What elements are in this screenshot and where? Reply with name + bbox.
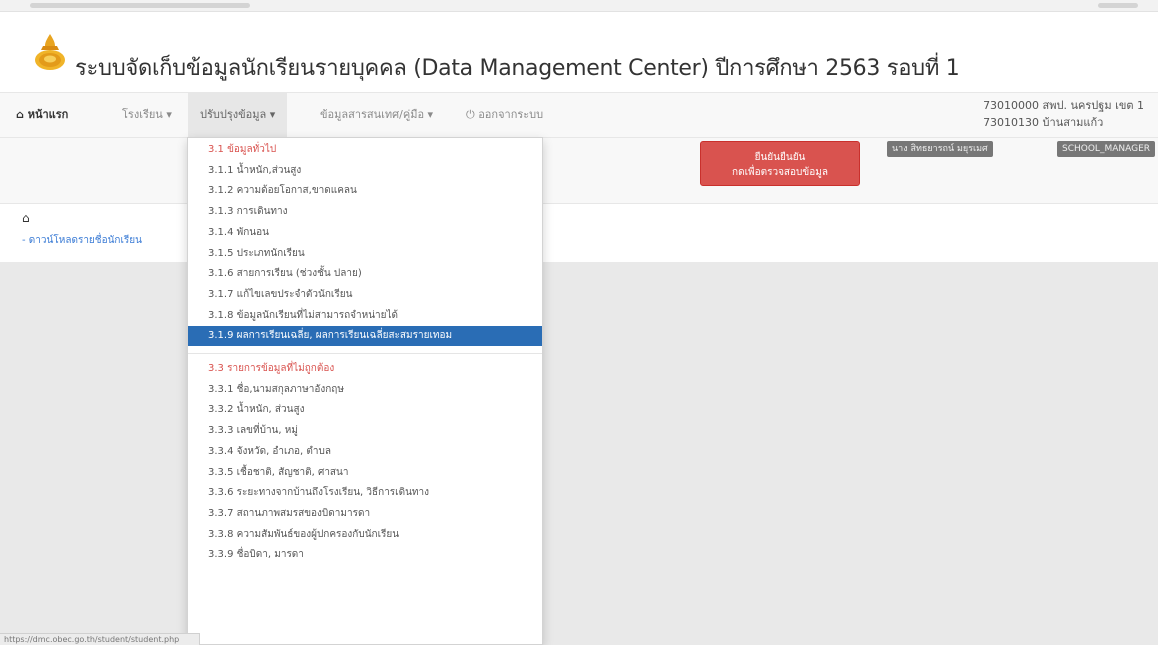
browser-status-url: https://dmc.obec.go.th/student/student.p… bbox=[0, 633, 200, 645]
dropdown-item[interactable]: 3.1.5 ประเภทนักเรียน bbox=[188, 244, 542, 264]
power-icon: ⏻ bbox=[466, 108, 475, 121]
dropdown-item[interactable]: 3.3.9 ชื่อบิดา, มารดา bbox=[188, 545, 542, 565]
school-code: 73010130 บ้านสามแก้ว bbox=[983, 116, 1104, 129]
dropdown-item[interactable]: 3.3.5 เชื้อชาติ, สัญชาติ, ศาสนา bbox=[188, 463, 542, 483]
page-header: ระบบจัดเก็บข้อมูลนักเรียนรายบุคคล (Data … bbox=[0, 12, 1158, 92]
browser-top-strip bbox=[0, 0, 1158, 12]
dropdown-group-header-general: 3.1 ข้อมูลทั่วไป bbox=[208, 144, 277, 155]
home-icon: ⌂ bbox=[16, 108, 24, 121]
school-info: 73010000 สพป. นครปฐม เขต 1 73010130 บ้าน… bbox=[983, 97, 1144, 131]
dropdown-group-header-invalid: 3.3 รายการข้อมูลที่ไม่ถูกต้อง bbox=[208, 363, 335, 374]
dropdown-item[interactable]: 3.3.8 ความสัมพันธ์ของผู้ปกครองกับนักเรีย… bbox=[188, 525, 542, 545]
dropdown-item[interactable]: 3.1.8 ข้อมูลนักเรียนที่ไม่สามารถจำหน่ายไ… bbox=[188, 306, 542, 326]
download-student-list-link[interactable]: - ดาวน์โหลดรายชื่อนักเรียน bbox=[22, 233, 142, 248]
browser-window-controls[interactable] bbox=[1098, 3, 1138, 8]
dropdown-item[interactable]: 3.3.7 สถานภาพสมรสของบิดามารดา bbox=[188, 504, 542, 524]
confirm-button-line1: ยืนยันยืนยัน bbox=[754, 152, 806, 163]
nav-info-manual-menu[interactable]: ข้อมูลสารสนเทศ/คู่มือ ▾ bbox=[320, 93, 433, 137]
main-navbar: ⌂ หน้าแรก โรงเรียน ▾ ปรับปรุงข้อมูล ▾ ข้… bbox=[0, 92, 1158, 138]
confirm-button-line2: กดเพื่อตรวจสอบข้อมูล bbox=[732, 167, 828, 178]
user-role-badge: SCHOOL_MANAGER bbox=[1057, 141, 1156, 157]
update-data-dropdown: 3.1 ข้อมูลทั่วไป 3.1.1 น้ำหนัก,ส่วนสูง 3.1… bbox=[187, 137, 543, 645]
nav-logout-label: ออกจากระบบ bbox=[478, 108, 544, 121]
user-name-badge: นาง สิทธยารถน์ มยุรเมศ bbox=[887, 141, 993, 157]
confirm-data-button[interactable]: ยืนยันยืนยัน กดเพื่อตรวจสอบข้อมูล bbox=[700, 141, 860, 186]
download-link-label: ดาวน์โหลดรายชื่อนักเรียน bbox=[28, 235, 142, 246]
dropdown-item[interactable]: 3.3.6 ระยะทางจากบ้านถึงโรงเรียน, วิธีการ… bbox=[188, 483, 542, 503]
obec-logo-icon bbox=[35, 34, 65, 70]
nav-home-label: หน้าแรก bbox=[27, 108, 69, 121]
nav-logout[interactable]: ⏻ ออกจากระบบ bbox=[466, 93, 543, 137]
page-title: ระบบจัดเก็บข้อมูลนักเรียนรายบุคคล (Data … bbox=[75, 56, 960, 81]
dropdown-item[interactable]: 3.3.4 จังหวัด, อำเภอ, ตำบล bbox=[188, 442, 542, 462]
breadcrumb-home-icon[interactable]: ⌂ bbox=[22, 211, 30, 225]
area-code: 73010000 สพป. นครปฐม เขต 1 bbox=[983, 99, 1144, 112]
browser-tab-text bbox=[30, 3, 250, 8]
breadcrumb: ⌂ - ดาวน์โหลดรายชื่อนักเรียน bbox=[0, 204, 1158, 262]
dropdown-item[interactable]: 3.3.2 น้ำหนัก, ส่วนสูง bbox=[188, 400, 542, 420]
nav-home[interactable]: ⌂ หน้าแรก bbox=[16, 93, 68, 137]
dropdown-item[interactable]: 3.1.4 พักนอน bbox=[188, 223, 542, 243]
bullet-dash: - bbox=[22, 235, 29, 246]
nav-school-menu[interactable]: โรงเรียน ▾ bbox=[122, 93, 172, 137]
dropdown-item[interactable]: 3.1.2 ความด้อยโอกาส,ขาดแคลน bbox=[188, 181, 542, 201]
dropdown-item[interactable]: 3.1.1 น้ำหนัก,ส่วนสูง bbox=[188, 161, 542, 181]
nav-update-data-menu[interactable]: ปรับปรุงข้อมูล ▾ bbox=[188, 93, 288, 137]
dropdown-item[interactable]: 3.1.6 สายการเรียน (ช่วงชั้น ปลาย) bbox=[188, 264, 542, 284]
main-content-area bbox=[0, 262, 1158, 645]
dropdown-item[interactable]: 3.3.3 เลขที่บ้าน, หมู่ bbox=[188, 421, 542, 441]
dropdown-divider bbox=[188, 353, 542, 354]
dropdown-item[interactable]: 3.1.9 ผลการเรียนเฉลี่ย, ผลการเรียนเฉลี่ย… bbox=[188, 326, 542, 347]
dropdown-item[interactable]: 3.1.7 แก้ไขเลขประจำตัวนักเรียน bbox=[188, 285, 542, 305]
dropdown-item[interactable]: 3.3.1 ชื่อ,นามสกุลภาษาอังกฤษ bbox=[188, 380, 542, 400]
dropdown-item[interactable]: 3.1.3 การเดินทาง bbox=[188, 202, 542, 222]
